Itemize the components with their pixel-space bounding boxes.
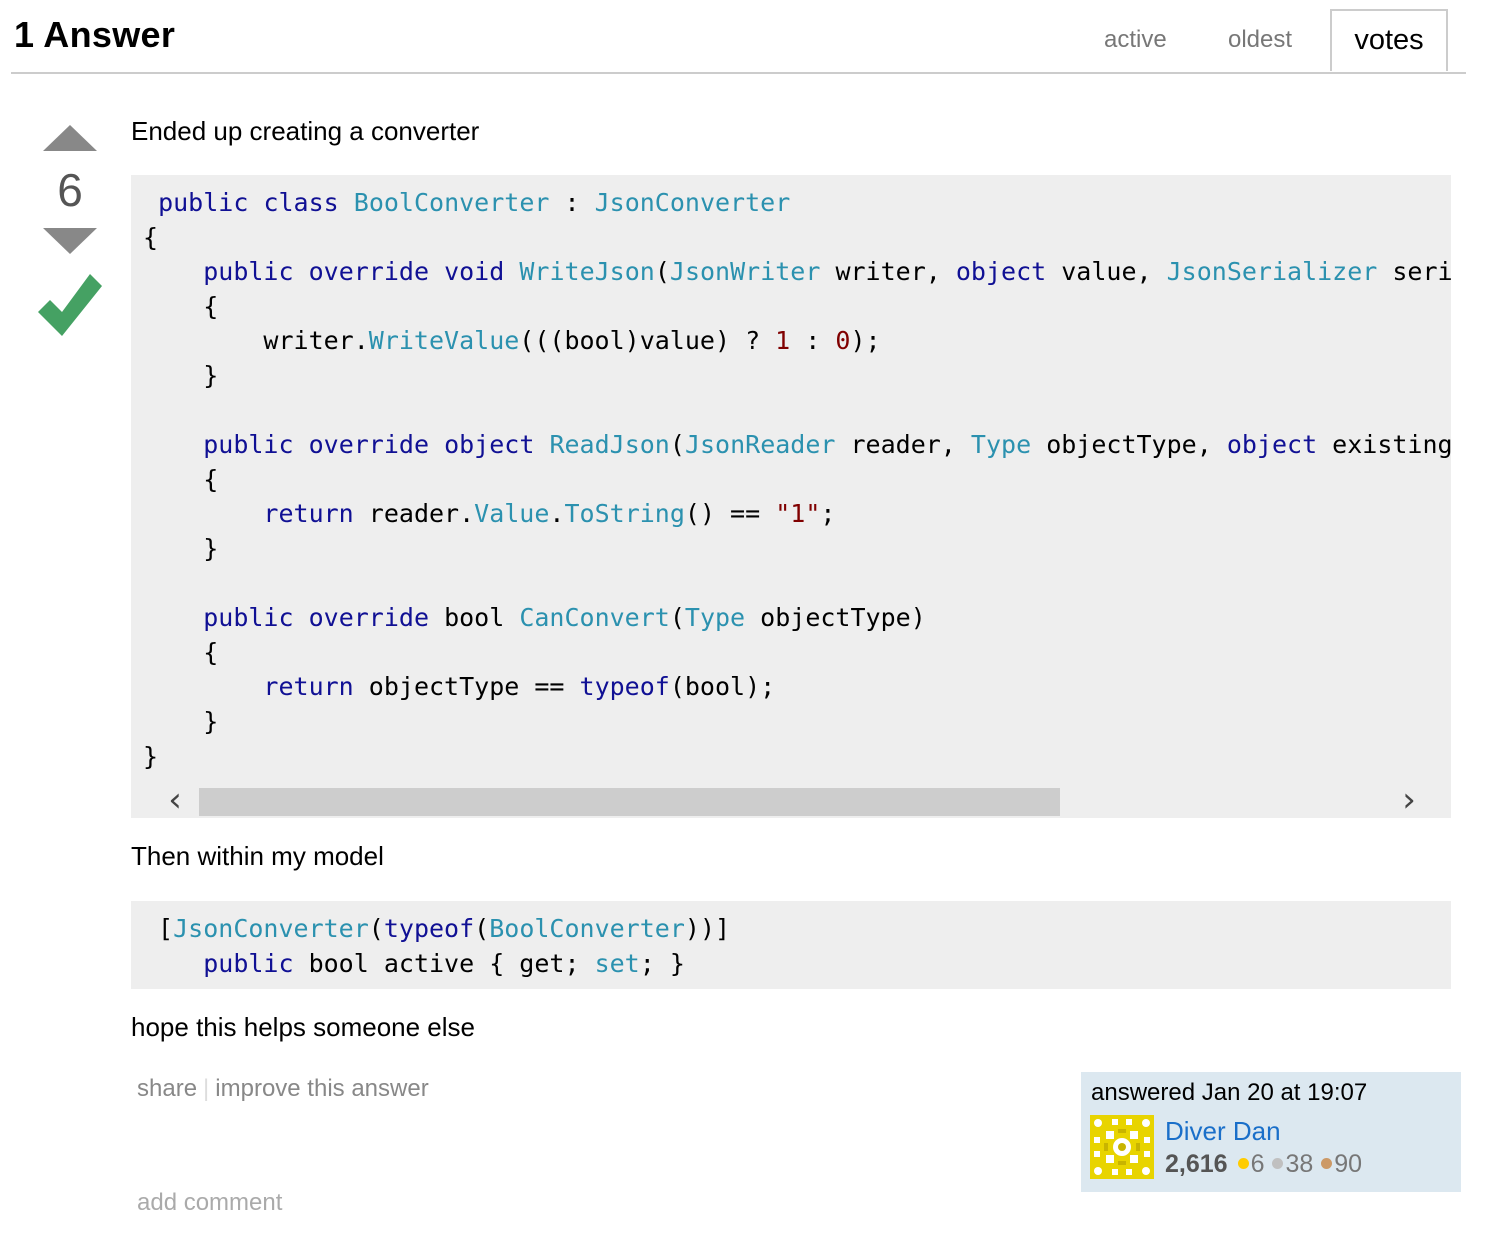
answers-count-title: 1 Answer [14,14,176,55]
gold-badge-icon [1237,1157,1249,1169]
improve-answer-link[interactable]: improve this answer [215,1075,428,1102]
tab-votes[interactable]: votes [1330,9,1448,71]
vote-count: 6 [57,164,83,216]
gold-badge-count: 6 [1250,1150,1265,1178]
post-menu: share | improve this answer [137,1075,429,1103]
menu-separator: | [203,1075,210,1102]
share-link[interactable]: share [137,1075,197,1102]
downvote-icon[interactable] [43,228,97,254]
tab-oldest[interactable]: oldest [1228,26,1292,54]
answer-paragraph: Then within my model [131,841,384,871]
code-text: public class BoolConverter : JsonConvert… [143,188,1451,771]
add-comment-link[interactable]: add comment [137,1189,282,1217]
accepted-checkmark-icon [38,274,102,336]
chevron-right-icon[interactable]: › [1389,783,1429,818]
bronze-badge-count: 90 [1334,1150,1363,1178]
answer-paragraph: hope this helps someone else [131,1012,476,1042]
upvote-icon[interactable] [43,125,97,151]
user-reputation: 2,616 6 38 90 [1165,1150,1362,1179]
tab-active[interactable]: active [1104,26,1167,54]
user-name-link[interactable]: Diver Dan [1165,1116,1281,1147]
silver-badge-count: 38 [1285,1150,1314,1178]
code-block-model: [JsonConverter(typeof(BoolConverter))] p… [131,901,1451,989]
chevron-left-icon[interactable]: ‹ [155,783,195,818]
answer-paragraph: Ended up creating a converter [131,116,480,146]
answered-timestamp: answered Jan 20 at 19:07 [1091,1079,1368,1106]
scrollbar-thumb[interactable] [199,788,1060,816]
reputation-score: 2,616 [1165,1150,1228,1178]
answers-header: 1 Answer active oldest votes [11,0,1466,74]
bronze-badge-icon [1321,1157,1333,1169]
avatar[interactable] [1090,1115,1154,1179]
code-block-converter: public class BoolConverter : JsonConvert… [131,175,1451,818]
user-signature-card: answered Jan 20 at 19:07 Diver Dan 2,616… [1081,1072,1461,1192]
code-text: [JsonConverter(typeof(BoolConverter))] p… [143,914,731,978]
horizontal-scrollbar[interactable]: ‹ › [131,783,1451,818]
silver-badge-icon [1272,1157,1284,1169]
